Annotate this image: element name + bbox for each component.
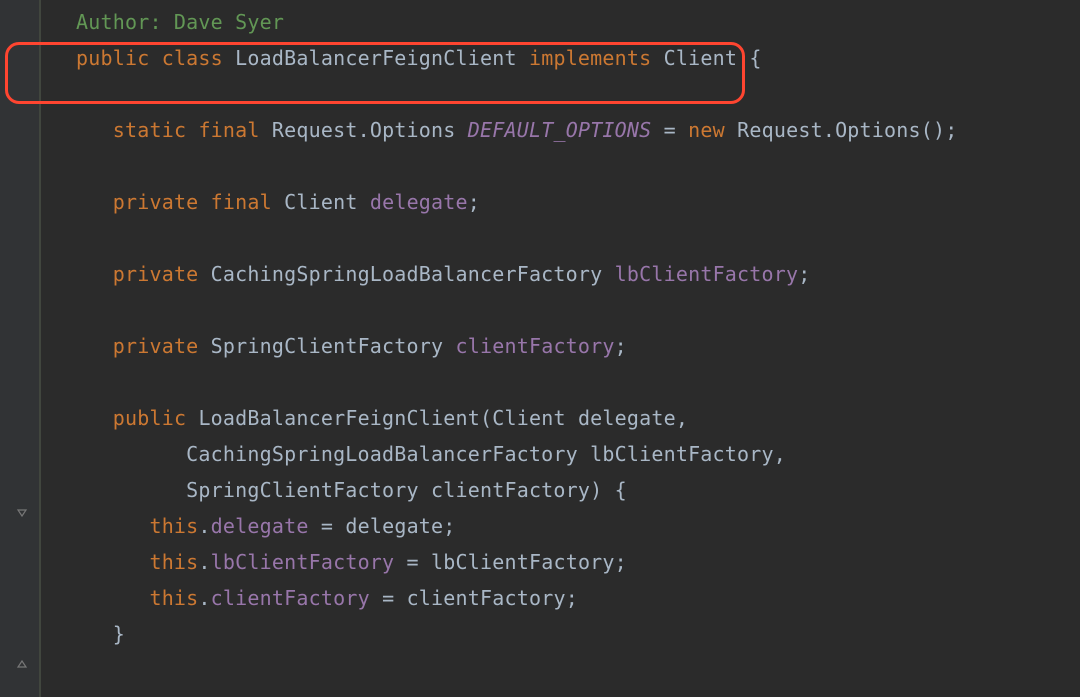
eq: = — [407, 550, 419, 574]
semicolon: ; — [798, 262, 810, 286]
keyword-class: class — [162, 46, 223, 70]
keyword-private: private — [113, 262, 199, 286]
code-line: } — [40, 616, 1080, 652]
brace: { — [615, 478, 627, 502]
code-line: this.lbClientFactory = lbClientFactory; — [40, 544, 1080, 580]
blank-line — [40, 76, 1080, 112]
field-name: clientFactory — [456, 334, 615, 358]
semicolon: ; — [615, 550, 627, 574]
code-line: private final Client delegate; — [40, 184, 1080, 220]
brace: } — [113, 622, 125, 646]
value: delegate — [345, 514, 443, 538]
author-comment: Author: Dave Syer — [76, 10, 284, 34]
keyword-final: final — [211, 190, 272, 214]
field-ref: lbClientFactory — [211, 550, 395, 574]
type: SpringClientFactory — [211, 334, 444, 358]
value: lbClientFactory — [431, 550, 615, 574]
code-area[interactable]: Author: Dave Syer public class LoadBalan… — [40, 0, 1080, 697]
param-name: clientFactory — [431, 478, 590, 502]
constant-name: DEFAULT_OPTIONS — [468, 118, 652, 142]
value: clientFactory — [407, 586, 566, 610]
class-name: LoadBalancerFeignClient — [235, 46, 517, 70]
interface-name: Client — [664, 46, 737, 70]
semicolon: ; — [615, 334, 627, 358]
field-ref: delegate — [211, 514, 309, 538]
ctor-name: LoadBalancerFeignClient — [198, 406, 480, 430]
blank-line — [40, 364, 1080, 400]
keyword-public: public — [113, 406, 186, 430]
field-ref: clientFactory — [211, 586, 370, 610]
dot: . — [198, 514, 210, 538]
param-type: SpringClientFactory — [186, 478, 419, 502]
code-line: this.clientFactory = clientFactory; — [40, 580, 1080, 616]
code-line: private CachingSpringLoadBalancerFactory… — [40, 256, 1080, 292]
param-name: delegate — [578, 406, 676, 430]
fold-icon[interactable] — [15, 507, 29, 521]
blank-line — [40, 292, 1080, 328]
type: Request.Options — [272, 118, 456, 142]
eq: = — [382, 586, 394, 610]
blank-line — [40, 220, 1080, 256]
field-name: lbClientFactory — [615, 262, 799, 286]
dot: . — [198, 586, 210, 610]
keyword-this: this — [149, 550, 198, 574]
semicolon: ; — [443, 514, 455, 538]
paren: ) — [590, 478, 602, 502]
type: Client — [284, 190, 357, 214]
keyword-public: public — [76, 46, 149, 70]
eq: = — [664, 118, 676, 142]
code-editor: Author: Dave Syer public class LoadBalan… — [0, 0, 1080, 697]
keyword-private: private — [113, 334, 199, 358]
paren: ( — [480, 406, 492, 430]
keyword-new: new — [688, 118, 725, 142]
keyword-this: this — [149, 514, 198, 538]
ctor-call: Request.Options() — [737, 118, 945, 142]
keyword-private: private — [113, 190, 199, 214]
param-type: CachingSpringLoadBalancerFactory — [186, 442, 578, 466]
blank-line — [40, 148, 1080, 184]
gutter — [0, 0, 40, 697]
brace: { — [749, 46, 761, 70]
comma: , — [774, 442, 786, 466]
code-line: public LoadBalancerFeignClient(Client de… — [40, 400, 1080, 436]
code-line: CachingSpringLoadBalancerFactory lbClien… — [40, 436, 1080, 472]
code-line: public class LoadBalancerFeignClient imp… — [40, 40, 1080, 76]
type: CachingSpringLoadBalancerFactory — [211, 262, 603, 286]
semicolon: ; — [468, 190, 480, 214]
keyword-implements: implements — [529, 46, 651, 70]
semicolon: ; — [566, 586, 578, 610]
keyword-static: static — [113, 118, 186, 142]
param-type: Client — [492, 406, 565, 430]
param-name: lbClientFactory — [590, 442, 774, 466]
code-line: this.delegate = delegate; — [40, 508, 1080, 544]
keyword-this: this — [149, 586, 198, 610]
eq: = — [321, 514, 333, 538]
author-comment-line: Author: Dave Syer — [40, 4, 1080, 40]
fold-icon[interactable] — [15, 656, 29, 670]
dot: . — [198, 550, 210, 574]
code-line: private SpringClientFactory clientFactor… — [40, 328, 1080, 364]
code-line: static final Request.Options DEFAULT_OPT… — [40, 112, 1080, 148]
code-line: SpringClientFactory clientFactory) { — [40, 472, 1080, 508]
keyword-final: final — [198, 118, 259, 142]
field-name: delegate — [370, 190, 468, 214]
semicolon: ; — [945, 118, 957, 142]
comma: , — [676, 406, 688, 430]
